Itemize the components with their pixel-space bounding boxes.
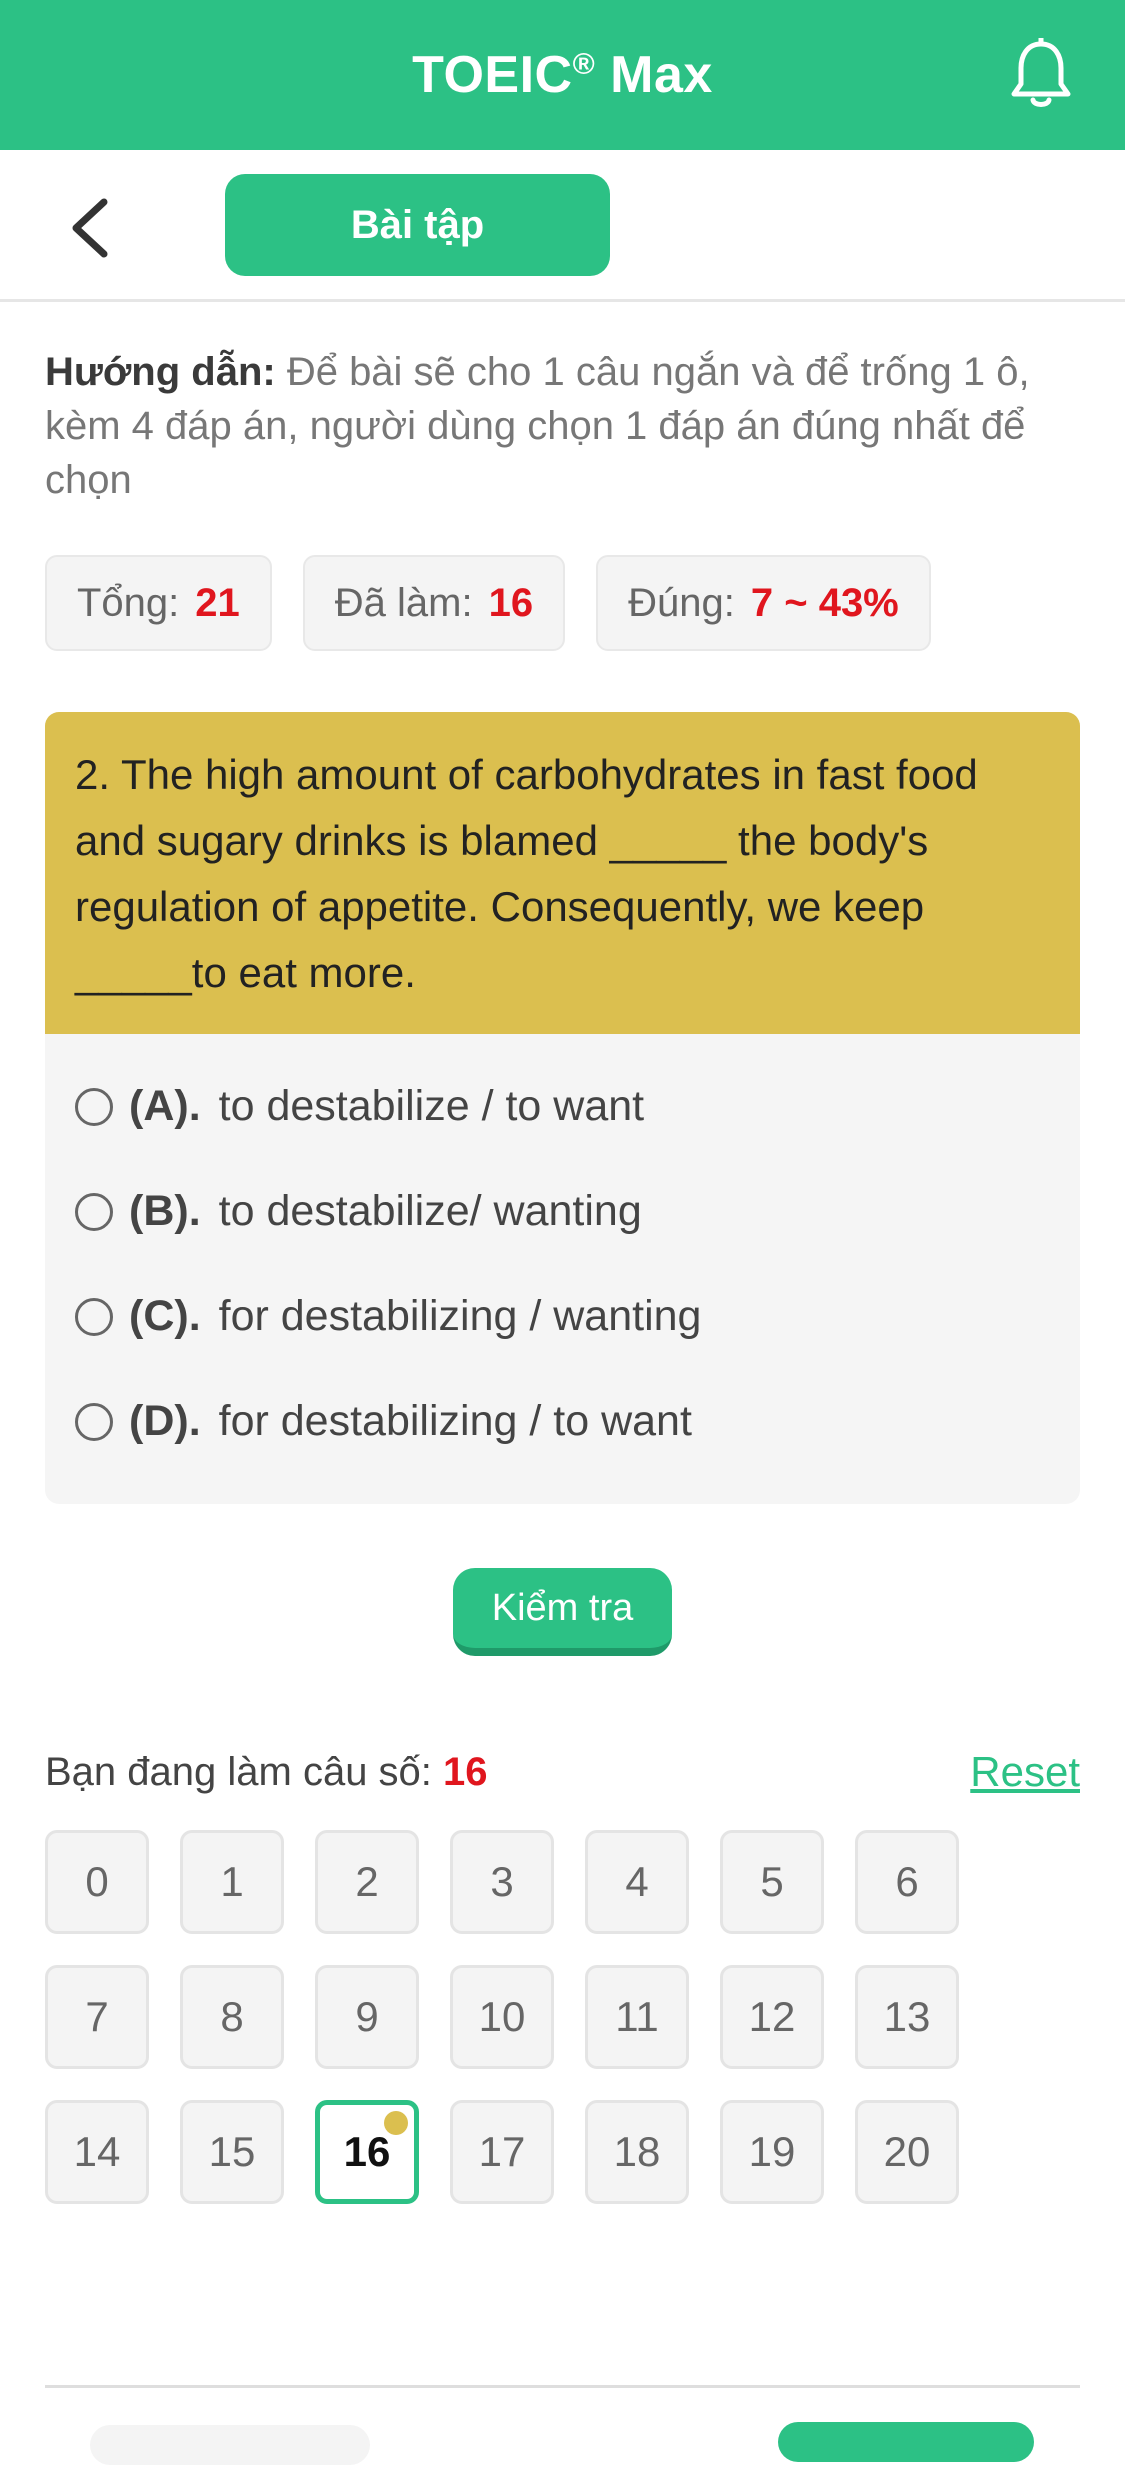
question-number-label: 7 — [85, 1993, 109, 2040]
next-button[interactable] — [778, 2422, 1034, 2462]
stat-done: Đã làm: 16 — [302, 555, 566, 651]
question-number-label: 6 — [895, 1858, 919, 1905]
answer-options: (A). to destabilize / to want (B). to de… — [45, 1034, 1080, 1504]
stat-total: Tổng: 21 — [45, 555, 272, 651]
bookmark-dot-icon — [384, 2111, 408, 2135]
question-number-label: 2 — [355, 1858, 379, 1905]
question-number-label: 17 — [478, 2128, 526, 2175]
question-number-label: 12 — [748, 1993, 796, 2040]
question-number-3[interactable]: 3 — [450, 1830, 554, 1934]
question-number-10[interactable]: 10 — [450, 1965, 554, 2069]
app-title: TOEIC® Max — [412, 46, 713, 104]
question-number-15[interactable]: 15 — [180, 2100, 284, 2204]
question-number-19[interactable]: 19 — [720, 2100, 824, 2204]
reset-link[interactable]: Reset — [970, 1748, 1080, 1796]
question-number-label: 19 — [748, 2128, 796, 2175]
question-number-7[interactable]: 7 — [45, 1965, 149, 2069]
question-number-label: 4 — [625, 1858, 649, 1905]
option-b[interactable]: (B). to destabilize/ wanting — [75, 1159, 1050, 1264]
question-number-label: 1 — [220, 1858, 244, 1905]
question-number-13[interactable]: 13 — [855, 1965, 959, 2069]
instructions: Hướng dẫn: Để bài sẽ cho 1 câu ngắn và đ… — [45, 345, 1085, 507]
question-number-label: 18 — [613, 2128, 661, 2175]
option-a[interactable]: (A). to destabilize / to want — [75, 1054, 1050, 1159]
current-question-label: Bạn đang làm câu số: 16 — [45, 1749, 488, 1794]
question-number-16[interactable]: 16 — [315, 2100, 419, 2204]
question-number-20[interactable]: 20 — [855, 2100, 959, 2204]
question-number-label: 9 — [355, 1993, 379, 2040]
question-number-9[interactable]: 9 — [315, 1965, 419, 2069]
previous-button[interactable] — [90, 2425, 370, 2465]
question-number-label: 0 — [85, 1858, 109, 1905]
chevron-left-icon — [72, 198, 108, 258]
stats-bar: Tổng: 21 Đã làm: 16 Đúng: 7 ~ 43% — [45, 555, 931, 651]
question-number-5[interactable]: 5 — [720, 1830, 824, 1934]
bell-icon[interactable] — [1009, 35, 1073, 110]
option-c[interactable]: (C). for destabilizing / wanting — [75, 1264, 1050, 1369]
current-question-number: 16 — [443, 1749, 488, 1794]
question-number-label: 15 — [208, 2128, 256, 2175]
radio-icon[interactable] — [75, 1297, 113, 1336]
question-number-label: 16 — [343, 2128, 391, 2175]
radio-icon[interactable] — [75, 1192, 113, 1231]
question-number-4[interactable]: 4 — [585, 1830, 689, 1934]
question-number-17[interactable]: 17 — [450, 2100, 554, 2204]
question-number-18[interactable]: 18 — [585, 2100, 689, 2204]
app-header: TOEIC® Max — [0, 0, 1125, 150]
question-number-label: 3 — [490, 1858, 514, 1905]
question-number-label: 8 — [220, 1993, 244, 2040]
option-d[interactable]: (D). for destabilizing / to want — [75, 1369, 1050, 1474]
question-number-14[interactable]: 14 — [45, 2100, 149, 2204]
question-number-label: 13 — [883, 1993, 931, 2040]
question-number-label: 10 — [478, 1993, 526, 2040]
question-number-6[interactable]: 6 — [855, 1830, 959, 1934]
current-question-row: Bạn đang làm câu số: 16 Reset — [45, 1748, 1080, 1796]
question-text: 2. The high amount of carbohydrates in f… — [45, 712, 1080, 1034]
question-number-label: 11 — [615, 1993, 659, 2040]
bottom-divider — [45, 2385, 1080, 2388]
question-number-8[interactable]: 8 — [180, 1965, 284, 2069]
question-number-1[interactable]: 1 — [180, 1830, 284, 1934]
instructions-label: Hướng dẫn: — [45, 350, 276, 394]
question-number-12[interactable]: 12 — [720, 1965, 824, 2069]
question-number-label: 14 — [73, 2128, 121, 2175]
sub-toolbar: Bài tập — [0, 150, 1125, 302]
question-number-label: 20 — [883, 2128, 931, 2175]
tab-exercises[interactable]: Bài tập — [225, 174, 610, 276]
stat-correct: Đúng: 7 ~ 43% — [596, 555, 931, 651]
question-number-label: 5 — [760, 1858, 784, 1905]
radio-icon[interactable] — [75, 1087, 113, 1126]
question-number-0[interactable]: 0 — [45, 1830, 149, 1934]
check-button[interactable]: Kiểm tra — [453, 1568, 672, 1656]
question-card: 2. The high amount of carbohydrates in f… — [45, 712, 1080, 1504]
question-number-11[interactable]: 11 — [585, 1965, 689, 2069]
radio-icon[interactable] — [75, 1402, 113, 1441]
question-number-2[interactable]: 2 — [315, 1830, 419, 1934]
back-button[interactable] — [62, 194, 118, 262]
